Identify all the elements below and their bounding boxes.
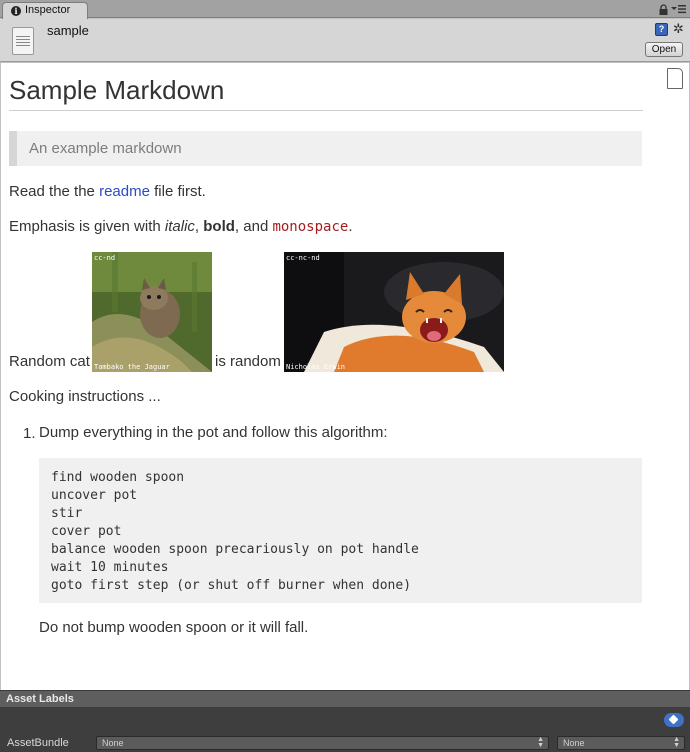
yawning-cat-license: cc-nc-nd <box>286 254 320 262</box>
select-arrows-icon: ▲ ▼ <box>673 736 680 749</box>
asset-bundle-variant-select[interactable]: None ▲ ▼ <box>557 736 685 750</box>
cooking-instructions: Cooking instructions ... <box>9 388 161 405</box>
cat-text-between: is random <box>215 353 281 370</box>
context-menu-icon[interactable] <box>671 4 686 14</box>
open-button[interactable]: Open <box>645 42 683 57</box>
asset-bundle-select[interactable]: None ▲ ▼ <box>96 736 549 750</box>
monospace-text: monospace <box>272 219 349 235</box>
blockquote: An example markdown <box>9 131 642 166</box>
emphasis-sep: , and <box>234 218 273 235</box>
yawning-cat-image: cc-nc-nd Nicholas Erwin <box>284 252 504 372</box>
code-block: find wooden spoon uncover pot stir cover… <box>39 458 642 603</box>
tab-inspector[interactable]: i Inspector <box>2 2 88 19</box>
readme-link[interactable]: readme <box>99 183 150 200</box>
asset-labels-panel: AssetBundle None ▲ ▼ None ▲ ▼ <box>0 707 690 752</box>
readme-paragraph: Read the the readme file first. <box>9 182 206 202</box>
emphasis-sep: , <box>194 218 204 235</box>
title-divider <box>9 110 643 111</box>
list-item-number: 1. <box>23 425 36 442</box>
markdown-preview: Sample Markdown An example markdown Read… <box>1 63 689 690</box>
cat-text-before: Random cat <box>9 353 90 370</box>
help-icon[interactable]: ? <box>655 23 668 36</box>
readme-text-before: Read the the <box>9 183 100 200</box>
footer-note: Do not bump wooden spoon or it will fall… <box>39 619 309 636</box>
markdown-title: Sample Markdown <box>9 75 225 105</box>
code-line: cover pot <box>51 524 122 539</box>
kitten-credit: Tambako the Jaguar <box>94 363 170 371</box>
select-arrows-icon: ▲ ▼ <box>537 736 544 749</box>
emphasis-text: Emphasis is given with <box>9 218 165 235</box>
asset-bundle-value: None <box>102 738 124 748</box>
code-line: goto first step (or shut off burner when… <box>51 578 412 593</box>
italic-text: italic <box>164 218 195 235</box>
label-tag-icon[interactable] <box>664 713 684 727</box>
yawning-cat-credit: Nicholas Erwin <box>286 363 346 371</box>
kitten-license: cc-nd <box>94 254 116 262</box>
asset-labels-header[interactable]: Asset Labels <box>0 690 690 707</box>
lock-icon[interactable] <box>659 4 668 15</box>
inspector-header: sample ? ✲ Open <box>0 19 690 62</box>
asset-name: sample <box>47 23 89 38</box>
document-icon[interactable] <box>667 68 683 89</box>
code-line: find wooden spoon <box>51 470 185 485</box>
emphasis-paragraph: Emphasis is given with italic, bold, and… <box>9 217 352 237</box>
gear-icon[interactable]: ✲ <box>673 22 684 36</box>
asset-bundle-label: AssetBundle <box>7 737 69 749</box>
code-line: uncover pot <box>51 488 138 503</box>
list-item-text: Dump everything in the pot and follow th… <box>39 424 388 441</box>
kitten-image: cc-nd Tambako the Jaguar <box>92 252 212 372</box>
asset-bundle-variant-value: None <box>563 738 585 748</box>
code-line: stir <box>51 506 83 521</box>
code-line: wait 10 minutes <box>51 560 169 575</box>
code-line: balance wooden spoon precariously on pot… <box>51 542 419 557</box>
info-icon: i <box>11 6 21 16</box>
text-asset-icon <box>12 27 34 55</box>
readme-text-after: file first. <box>149 183 206 200</box>
emphasis-end: . <box>348 218 353 235</box>
bold-text: bold <box>203 218 235 235</box>
inspector-tab-bar: i Inspector <box>0 0 690 19</box>
tab-label: Inspector <box>25 4 71 16</box>
